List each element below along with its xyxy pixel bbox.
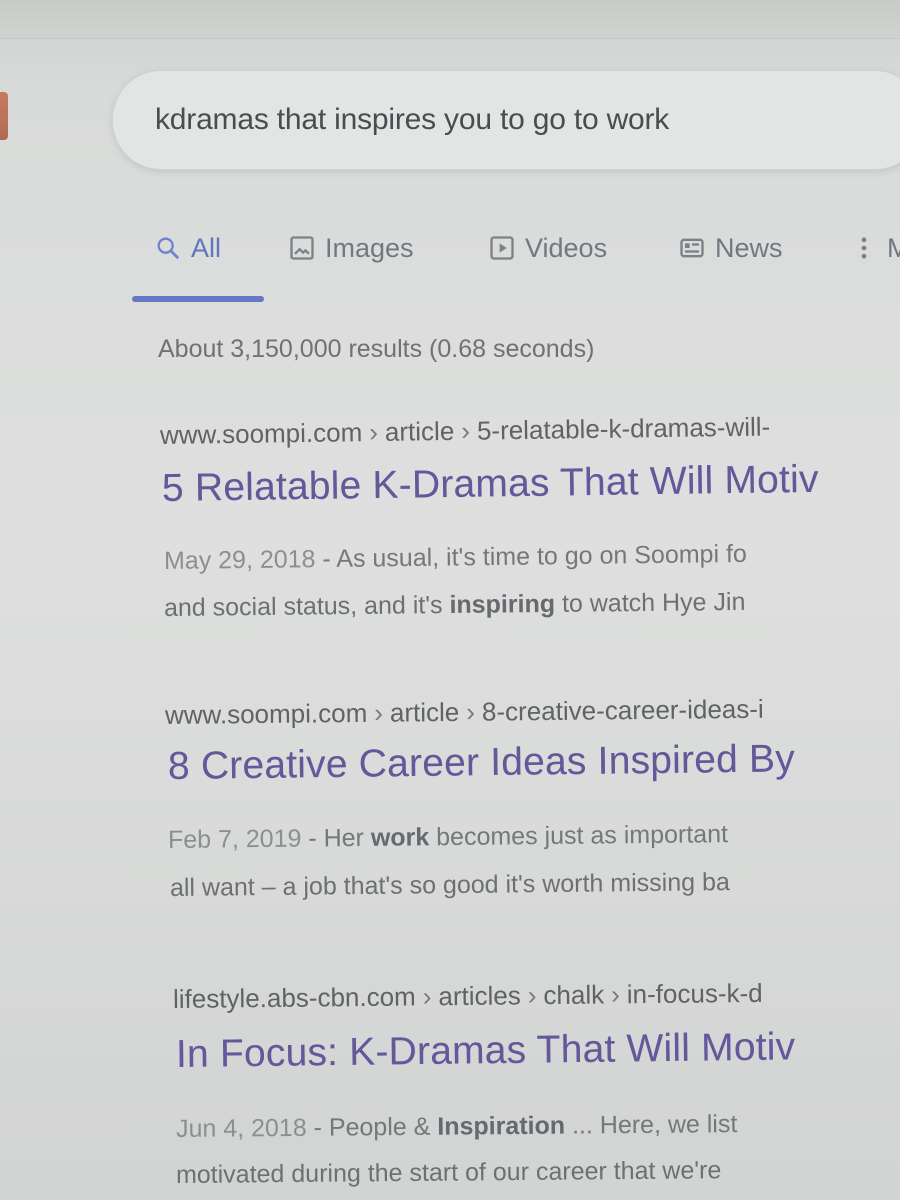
image-icon — [290, 236, 314, 260]
snippet-text: - Her — [301, 823, 372, 853]
more-vertical-icon — [861, 237, 867, 259]
breadcrumb-separator: › — [374, 697, 384, 728]
breadcrumb-separator: › — [422, 981, 432, 1012]
snippet-text: - As usual, it's time to go on Soompi fo — [315, 539, 747, 574]
search-input[interactable]: kdramas that inspires you to go to work — [112, 70, 900, 170]
result-snippet: Feb 7, 2019 - Her work becomes just as i… — [168, 820, 728, 855]
tab-label-all: All — [191, 232, 222, 263]
snippet-suffix: to watch Hye Jin — [554, 587, 746, 618]
result-title-link[interactable]: 5 Relatable K-Dramas That Will Motiv — [162, 458, 819, 511]
browser-top-edge — [0, 0, 900, 39]
result-snippet-line-2: and social status, and it's inspiring to… — [164, 588, 746, 623]
result-path-1: articles — [438, 980, 521, 1012]
result-date: May 29, 2018 — [163, 545, 316, 575]
result-path-2: 8-creative-career-ideas-i — [481, 693, 764, 727]
result-snippet-line-2: all want – a job that's so good it's wor… — [169, 868, 730, 902]
search-tabs: All Images Videos News M — [132, 228, 900, 312]
tab-images[interactable]: Images — [288, 228, 414, 268]
news-icon — [680, 238, 704, 258]
result-site: www.soompi.com — [164, 697, 368, 730]
tab-more[interactable]: M — [850, 228, 900, 268]
snippet-highlight: work — [370, 823, 430, 852]
result-breadcrumb[interactable]: www.soompi.com › article › 5-relatable-k-dra… — [160, 411, 771, 451]
breadcrumb-separator: › — [466, 696, 476, 727]
snippet-highlight: Inspiration — [437, 1111, 566, 1141]
monitor-screen: kdramas that inspires you to go to work … — [0, 0, 900, 1200]
result-path-1: article — [389, 696, 460, 728]
breadcrumb-separator: › — [527, 980, 537, 1011]
breadcrumb-separator: › — [369, 416, 379, 448]
window-accent — [0, 92, 8, 140]
tab-all[interactable]: All — [154, 228, 221, 268]
result-stats: About 3,150,000 results (0.68 seconds) — [158, 335, 595, 363]
snippet-prefix: and social status, and it's — [163, 591, 450, 622]
result-path-2: chalk — [543, 979, 605, 1011]
tab-videos[interactable]: Videos — [488, 228, 607, 268]
tab-news[interactable]: News — [678, 228, 783, 268]
result-breadcrumb[interactable]: www.soompi.com › article › 8-creative-career… — [165, 694, 764, 731]
result-snippet: Jun 4, 2018 - People & Inspiration ... H… — [176, 1110, 738, 1144]
tab-label-videos: Videos — [525, 232, 608, 263]
result-path-3: in-focus-k-d — [626, 977, 763, 1010]
result-path-1: article — [384, 415, 455, 447]
breadcrumb-separator: › — [461, 415, 471, 446]
snippet-highlight: inspiring — [449, 589, 556, 620]
active-tab-indicator — [132, 296, 264, 302]
tab-label-news: News — [715, 232, 783, 263]
tab-label-images: Images — [325, 232, 414, 263]
breadcrumb-separator: › — [610, 979, 620, 1010]
snippet-tail: ... Here, we list — [564, 1110, 738, 1140]
snippet-text: - People & — [306, 1112, 438, 1142]
result-site: www.soompi.com — [159, 417, 363, 450]
result-path-2: 5-relatable-k-dramas-will- — [476, 411, 771, 446]
result-snippet: May 29, 2018 - As usual, it's time to go… — [164, 540, 747, 576]
result-snippet-line-2: motivated during the start of our career… — [175, 1156, 722, 1189]
search-query: kdramas that inspires you to go to work — [155, 103, 670, 136]
snippet-tail: becomes just as important — [429, 820, 729, 852]
result-title-link[interactable]: 8 Creative Career Ideas Inspired By — [168, 737, 795, 789]
tab-label-more: M — [887, 232, 900, 263]
result-breadcrumb[interactable]: lifestyle.abs-cbn.com › articles › chalk › in-… — [173, 978, 763, 1015]
result-title-link[interactable]: In Focus: K-Dramas That Will Motiv — [176, 1025, 796, 1077]
result-date: Jun 4, 2018 — [175, 1113, 307, 1143]
result-site: lifestyle.abs-cbn.com — [172, 981, 416, 1014]
play-icon — [490, 236, 514, 260]
result-date: Feb 7, 2019 — [167, 824, 302, 854]
search-icon — [157, 237, 179, 259]
